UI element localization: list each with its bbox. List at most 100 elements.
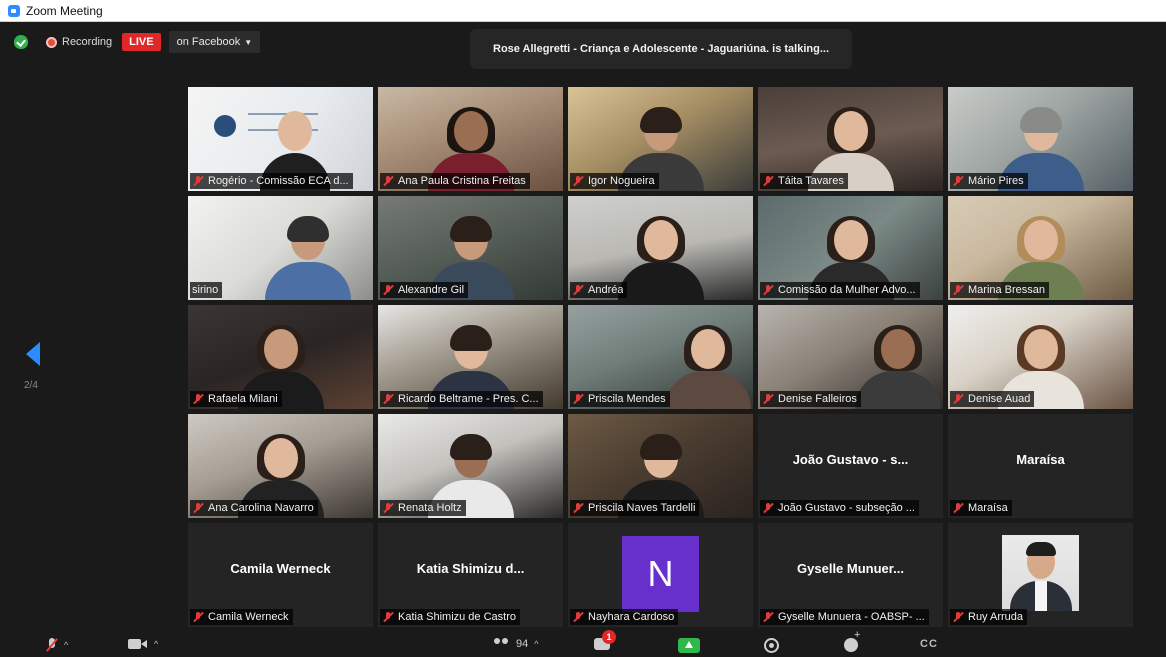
reactions-icon <box>844 629 860 652</box>
participant-tile[interactable]: N Nayhara Cardoso <box>568 523 753 627</box>
participant-tile[interactable]: Táita Tavares <box>758 87 943 191</box>
active-speaker-banner: Rose Allegretti - Criança e Adolescente … <box>470 29 852 69</box>
chevron-up-icon[interactable]: ^ <box>64 640 68 650</box>
participant-video <box>855 325 941 409</box>
mic-muted-icon <box>192 175 204 187</box>
name-plate: João Gustavo - subseção ... <box>760 500 919 516</box>
participant-tile[interactable]: Priscila Naves Tardelli <box>568 414 753 518</box>
meeting-topbar: Recording LIVE on Facebook ▼ <box>14 31 261 53</box>
mic-muted-icon <box>952 502 964 514</box>
participant-tile[interactable]: Ruy Arruda <box>948 523 1133 627</box>
mic-muted-icon <box>762 393 774 405</box>
participants-button[interactable]: 94 ^ <box>494 638 538 650</box>
participant-name: Táita Tavares <box>778 175 844 187</box>
closed-caption-button[interactable]: CC <box>920 638 938 650</box>
name-plate: Igor Nogueira <box>570 173 659 189</box>
participant-tile[interactable]: Mário Pires <box>948 87 1133 191</box>
mic-muted-icon <box>572 393 584 405</box>
mute-button[interactable]: ^ <box>46 638 68 652</box>
participant-tile[interactable]: Ana Paula Cristina Freitas <box>378 87 563 191</box>
commission-logo-icon <box>214 115 236 137</box>
previous-page-arrow-icon[interactable] <box>26 342 40 366</box>
participant-name: Andréa <box>588 284 624 296</box>
mic-muted-icon <box>572 502 584 514</box>
participants-icon <box>494 638 510 650</box>
avatar: N <box>622 536 699 612</box>
avatar-letter: N <box>647 553 674 594</box>
participant-tile[interactable]: Igor Nogueira <box>568 87 753 191</box>
participant-tile[interactable]: Rogério - Comissão ECA d... <box>188 87 373 191</box>
participant-display-name: Gyselle Munuer... <box>797 561 904 576</box>
name-plate: Denise Falleiros <box>760 391 861 407</box>
mic-muted-icon <box>192 611 204 623</box>
chat-unread-badge: 1 <box>602 630 616 644</box>
participant-name: João Gustavo - subseção ... <box>778 502 915 514</box>
participant-tile[interactable]: Denise Auad <box>948 305 1133 409</box>
participant-name: Ana Carolina Navarro <box>208 502 314 514</box>
active-speaker-text: Rose Allegretti - Criança e Adolescente … <box>493 43 829 55</box>
name-plate: Ruy Arruda <box>950 609 1028 625</box>
name-plate: Renata Holtz <box>380 500 466 516</box>
recording-indicator[interactable]: Recording <box>46 36 112 48</box>
mic-muted-icon <box>192 502 204 514</box>
participant-display-name: Maraísa <box>1016 452 1065 467</box>
video-button[interactable]: ^ <box>128 638 158 650</box>
mic-muted-icon <box>952 611 964 623</box>
participant-name: Marina Bressan <box>968 284 1046 296</box>
participant-tile[interactable]: Maraísa Maraísa <box>948 414 1133 518</box>
participant-tile[interactable]: Denise Falleiros <box>758 305 943 409</box>
share-screen-button[interactable] <box>678 638 700 653</box>
chevron-down-icon: ▼ <box>244 37 253 47</box>
meeting-stage: Recording LIVE on Facebook ▼ Rose Allegr… <box>0 22 1166 657</box>
participant-name: Denise Auad <box>968 393 1031 405</box>
participants-count: 94 <box>516 638 529 650</box>
participant-name: Nayhara Cardoso <box>588 611 675 623</box>
chevron-up-icon[interactable]: ^ <box>534 639 538 649</box>
participant-tile[interactable]: Alexandre Gil <box>378 196 563 300</box>
live-badge: LIVE <box>122 33 161 51</box>
name-plate: Denise Auad <box>950 391 1035 407</box>
participant-tile[interactable]: Marina Bressan <box>948 196 1133 300</box>
participant-tile[interactable]: João Gustavo - s... João Gustavo - subse… <box>758 414 943 518</box>
participant-tile[interactable]: Andréa <box>568 196 753 300</box>
participant-name: Comissão da Mulher Advo... <box>778 284 916 296</box>
participant-tile[interactable]: sirino <box>188 196 373 300</box>
participant-name: Ruy Arruda <box>968 611 1024 623</box>
participant-tile[interactable]: Ricardo Beltrame - Pres. C... <box>378 305 563 409</box>
participant-tile[interactable]: Comissão da Mulher Advo... <box>758 196 943 300</box>
participant-tile[interactable]: Priscila Mendes <box>568 305 753 409</box>
zoom-logo-icon <box>8 4 20 17</box>
participant-tile[interactable]: Katia Shimizu d... Katia Shimizu de Cast… <box>378 523 563 627</box>
participant-name: Ana Paula Cristina Freitas <box>398 175 526 187</box>
mic-muted-icon <box>382 284 394 296</box>
name-plate: Priscila Naves Tardelli <box>570 500 700 516</box>
name-plate: Marina Bressan <box>950 282 1050 298</box>
participant-display-name: Katia Shimizu d... <box>416 561 525 576</box>
participant-tile[interactable]: Ana Carolina Navarro <box>188 414 373 518</box>
mic-muted-icon <box>382 611 394 623</box>
participant-tile[interactable]: Camila Werneck Camila Werneck <box>188 523 373 627</box>
participant-name: Rogério - Comissão ECA d... <box>208 175 349 187</box>
participant-name: Camila Werneck <box>208 611 289 623</box>
participant-tile[interactable]: Renata Holtz <box>378 414 563 518</box>
participant-tile[interactable]: Rafaela Milani <box>188 305 373 409</box>
window-title: Zoom Meeting <box>26 3 103 18</box>
name-plate: Mário Pires <box>950 173 1028 189</box>
name-plate: Ana Paula Cristina Freitas <box>380 173 530 189</box>
recording-label: Recording <box>62 36 113 48</box>
chat-icon: 1 <box>594 630 616 650</box>
chat-button[interactable]: 1 <box>594 630 616 650</box>
live-destination-dropdown[interactable]: on Facebook ▼ <box>168 31 261 53</box>
mic-muted-icon <box>382 502 394 514</box>
reactions-button[interactable] <box>844 629 860 652</box>
participant-tile[interactable]: Gyselle Munuer... Gyselle Munuera - OABS… <box>758 523 943 627</box>
mic-muted-icon <box>382 175 394 187</box>
chevron-up-icon[interactable]: ^ <box>154 639 158 649</box>
encryption-shield-icon[interactable] <box>14 35 28 49</box>
record-button[interactable] <box>764 638 779 653</box>
name-plate: Rafaela Milani <box>190 391 282 407</box>
mic-muted-icon <box>952 393 964 405</box>
participant-name: Katia Shimizu de Castro <box>398 611 516 623</box>
name-plate: Nayhara Cardoso <box>570 609 679 625</box>
name-plate: Gyselle Munuera - OABSP- ... <box>760 609 929 625</box>
